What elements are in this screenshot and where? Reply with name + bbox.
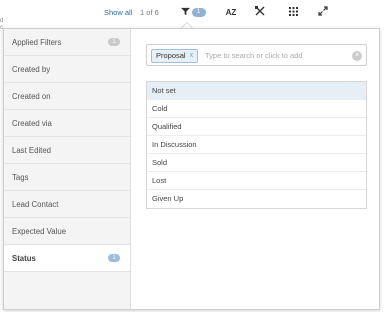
filter-popover: Applied Filters 1 Created by Created on … [3, 28, 380, 310]
sidebar-item-label: Created via [12, 119, 52, 128]
applied-filters-count-badge: 1 [108, 38, 120, 46]
sort-button[interactable]: AZ [222, 4, 240, 20]
sidebar-item-last-edited[interactable]: Last Edited [4, 137, 130, 164]
option-qualified[interactable]: Qualified [147, 118, 366, 136]
filter-category-sidebar: Applied Filters 1 Created by Created on … [4, 29, 131, 309]
option-lost[interactable]: Lost [147, 172, 366, 190]
sidebar-item-label: Created by [12, 65, 51, 74]
sidebar-item-applied-filters[interactable]: Applied Filters 1 [4, 29, 130, 56]
status-count-badge: 1 [108, 254, 120, 262]
sidebar-item-lead-contact[interactable]: Lead Contact [4, 191, 130, 218]
sidebar-item-label: Status [12, 254, 36, 263]
sidebar-item-created-via[interactable]: Created via [4, 110, 130, 137]
columns-button[interactable] [285, 4, 301, 20]
filter-button[interactable]: 1 [176, 4, 210, 20]
expand-button[interactable] [314, 4, 332, 20]
sidebar-item-created-by[interactable]: Created by [4, 56, 130, 83]
sidebar-item-label: Last Edited [12, 146, 52, 155]
tools-button[interactable] [252, 4, 268, 20]
sidebar-item-status[interactable]: Status 1 [4, 245, 130, 272]
tools-icon [255, 6, 265, 18]
status-filter-input[interactable]: Proposal x Type to search or click to ad… [146, 44, 367, 66]
show-all-link[interactable]: Show all [104, 8, 132, 18]
filter-count-badge: 1 [191, 7, 206, 17]
status-options-list: Not set Cold Qualified In Discussion Sol… [146, 81, 367, 209]
option-in-discussion[interactable]: In Discussion [147, 136, 366, 154]
chip-remove-icon[interactable]: x [190, 50, 194, 62]
grid-icon [288, 6, 298, 18]
expand-icon [318, 6, 328, 18]
sidebar-item-label: Applied Filters [12, 38, 62, 47]
option-sold[interactable]: Sold [147, 154, 366, 172]
sidebar-item-label: Created on [12, 92, 51, 101]
sidebar-item-created-on[interactable]: Created on [4, 83, 130, 110]
pager-label: 1 of 6 [140, 8, 159, 17]
sidebar-item-tags[interactable]: Tags [4, 164, 130, 191]
option-given-up[interactable]: Given Up [147, 190, 366, 208]
filter-icon [180, 7, 190, 18]
option-not-set[interactable]: Not set [147, 82, 366, 100]
search-placeholder[interactable]: Type to search or click to add [205, 51, 303, 61]
sidebar-item-label: Tags [12, 173, 29, 182]
option-cold[interactable]: Cold [147, 100, 366, 118]
sidebar-item-expected-value[interactable]: Expected Value [4, 218, 130, 245]
sort-az-icon: AZ [225, 7, 237, 17]
clear-icon[interactable]: × [352, 51, 362, 61]
chip-label: Proposal [156, 51, 186, 60]
sidebar-item-label: Lead Contact [12, 200, 59, 209]
sidebar-item-label: Expected Value [12, 227, 67, 236]
selected-status-chip: Proposal x [151, 49, 199, 63]
